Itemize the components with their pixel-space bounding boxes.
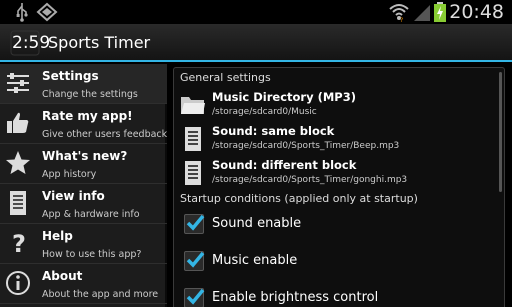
svg-text:?: ? bbox=[12, 230, 26, 256]
file-icon bbox=[185, 127, 201, 151]
app-icon bbox=[36, 2, 58, 22]
sidebar-item-subtitle: Give other users feedback bbox=[42, 129, 168, 140]
question-icon: ? bbox=[12, 230, 26, 256]
pref-title: Sound: different block bbox=[212, 158, 357, 172]
sidebar: Settings Change the settings Rate my app… bbox=[0, 64, 167, 307]
sidebar-item-about[interactable]: About About the app and more bbox=[0, 264, 167, 304]
sidebar-item-subtitle: App history bbox=[42, 169, 97, 180]
checkmark-icon bbox=[186, 251, 205, 268]
checkmark-icon bbox=[186, 214, 205, 231]
document-icon bbox=[10, 191, 26, 215]
pref-sound-same-block[interactable]: Sound: same block /storage/sdcard0/Sport… bbox=[174, 124, 504, 154]
settings-panel: General settings Music Directory (MP3) /… bbox=[173, 67, 505, 307]
pref-value: /storage/sdcard0/Sports_Timer/gonghi.mp3 bbox=[212, 175, 408, 185]
pref-brightness-control[interactable]: Enable brightness control bbox=[174, 284, 504, 307]
battery-charging-icon bbox=[434, 2, 446, 22]
sliders-icon bbox=[7, 73, 29, 93]
check-label: Sound enable bbox=[212, 216, 302, 231]
info-icon bbox=[6, 271, 30, 295]
thumbs-up-icon bbox=[7, 112, 29, 133]
music-enable-checkbox[interactable] bbox=[184, 251, 205, 271]
file-icon bbox=[185, 161, 201, 185]
pref-title: Music Directory (MP3) bbox=[212, 90, 356, 104]
sidebar-item-subtitle: About the app and more bbox=[42, 289, 159, 300]
app-title: Sports Timer bbox=[48, 33, 151, 52]
settings-pane: General settings Music Directory (MP3) /… bbox=[169, 64, 512, 307]
brightness-control-checkbox[interactable] bbox=[184, 288, 205, 307]
sidebar-item-title: View info bbox=[42, 189, 105, 203]
pref-value: /storage/sdcard0/Sports_Timer/Beep.mp3 bbox=[212, 141, 400, 151]
check-label: Music enable bbox=[212, 253, 298, 268]
section-header-general: General settings bbox=[180, 71, 271, 84]
sidebar-item-whats-new[interactable]: What's new? App history bbox=[0, 144, 167, 184]
clock: 20:48 bbox=[449, 1, 504, 23]
sidebar-item-title: Help bbox=[42, 229, 73, 243]
sidebar-item-subtitle: Change the settings bbox=[42, 89, 138, 100]
sidebar-item-title: About bbox=[42, 269, 83, 283]
app-logo-text: 2:59 bbox=[12, 33, 51, 53]
sidebar-item-subtitle: App & hardware info bbox=[42, 209, 140, 220]
star-icon bbox=[6, 151, 30, 174]
pref-music-enable[interactable]: Music enable bbox=[174, 247, 504, 277]
pref-music-directory[interactable]: Music Directory (MP3) /storage/sdcard0/M… bbox=[174, 90, 504, 120]
sidebar-item-subtitle: How to use this app? bbox=[42, 249, 142, 260]
sidebar-item-help[interactable]: ? Help How to use this app? bbox=[0, 224, 167, 264]
sidebar-item-title: Settings bbox=[42, 69, 99, 83]
pref-sound-enable[interactable]: Sound enable bbox=[174, 210, 504, 240]
status-bar: ? 20:48 bbox=[0, 0, 512, 24]
pref-sound-different-block[interactable]: Sound: different block /storage/sdcard0/… bbox=[174, 158, 504, 188]
folder-icon bbox=[181, 97, 205, 114]
signal-icon bbox=[414, 5, 430, 21]
action-bar: 2:59 Sports Timer bbox=[0, 24, 512, 62]
sidebar-item-rate[interactable]: Rate my app! Give other users feedback bbox=[0, 104, 167, 144]
sidebar-item-title: Rate my app! bbox=[42, 109, 133, 123]
scrollbar[interactable] bbox=[499, 72, 502, 192]
sidebar-item-view-info[interactable]: View info App & hardware info bbox=[0, 184, 167, 224]
sidebar-item-settings[interactable]: Settings Change the settings bbox=[0, 64, 167, 104]
wifi-icon: ? bbox=[389, 4, 409, 22]
sound-enable-checkbox[interactable] bbox=[184, 214, 205, 234]
svg-text:?: ? bbox=[400, 17, 403, 22]
pref-value: /storage/sdcard0/Music bbox=[212, 107, 317, 117]
sidebar-item-title: What's new? bbox=[42, 149, 128, 163]
check-label: Enable brightness control bbox=[212, 290, 379, 305]
usb-icon bbox=[16, 3, 28, 22]
section-header-startup: Startup conditions (applied only at star… bbox=[180, 192, 418, 205]
checkmark-icon bbox=[186, 288, 205, 305]
pref-title: Sound: same block bbox=[212, 124, 335, 138]
